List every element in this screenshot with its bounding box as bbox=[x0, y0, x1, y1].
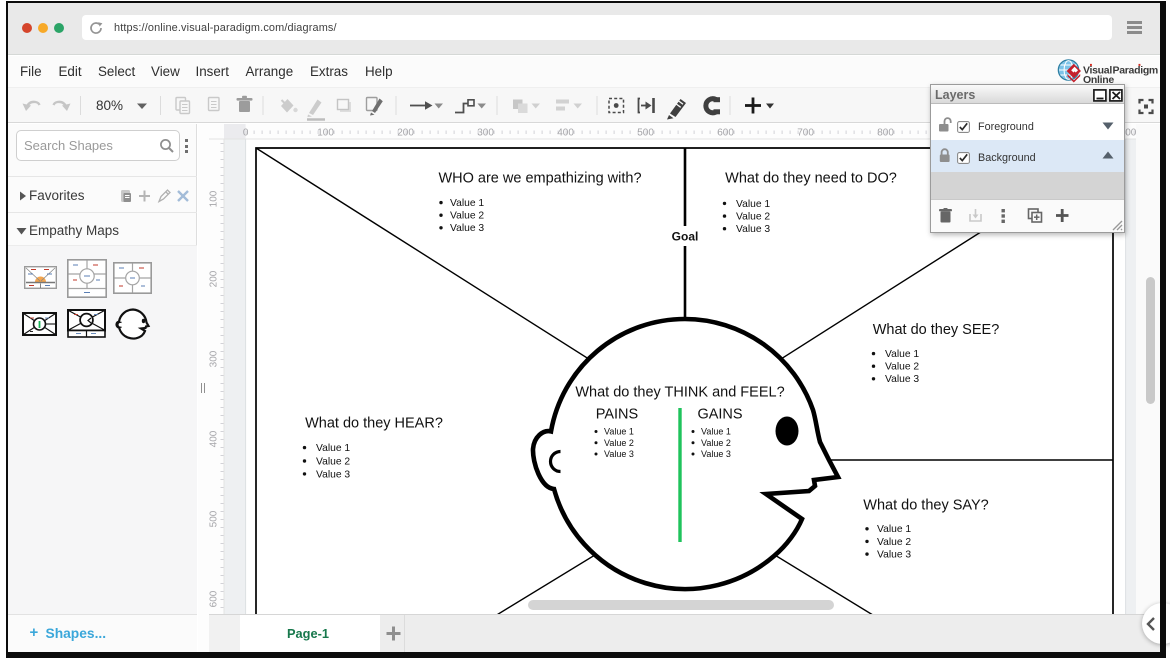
svg-text:700: 700 bbox=[797, 128, 814, 139]
svg-text:400: 400 bbox=[209, 430, 220, 447]
svg-text:200: 200 bbox=[209, 270, 220, 287]
svg-text:WHO are we empathizing with?: WHO are we empathizing with? bbox=[438, 171, 641, 187]
svg-text:Value 3: Value 3 bbox=[885, 374, 919, 385]
svg-text:0: 0 bbox=[243, 128, 249, 139]
svg-text:100: 100 bbox=[209, 190, 220, 207]
svg-text:Value 2: Value 2 bbox=[316, 456, 350, 467]
svg-text:100: 100 bbox=[317, 128, 334, 139]
svg-text:600: 600 bbox=[717, 128, 734, 139]
svg-text:Value 1: Value 1 bbox=[736, 199, 770, 210]
svg-text:Value 1: Value 1 bbox=[701, 427, 731, 437]
svg-text:500: 500 bbox=[209, 510, 220, 527]
svg-text:500: 500 bbox=[637, 128, 654, 139]
svg-text:Value 1: Value 1 bbox=[885, 349, 919, 360]
svg-text:Value 1: Value 1 bbox=[316, 443, 350, 454]
svg-text:Value 2: Value 2 bbox=[701, 438, 731, 448]
svg-text:Value 2: Value 2 bbox=[736, 212, 770, 223]
svg-text:600: 600 bbox=[209, 590, 220, 607]
svg-text:PAINS: PAINS bbox=[596, 407, 638, 423]
svg-text:200: 200 bbox=[397, 128, 414, 139]
svg-text:Value 2: Value 2 bbox=[877, 537, 911, 548]
svg-text:What do they SAY?: What do they SAY? bbox=[863, 498, 988, 514]
svg-text:What do they HEAR?: What do they HEAR? bbox=[305, 416, 443, 432]
svg-text:What do they SEE?: What do they SEE? bbox=[873, 322, 1000, 338]
svg-text:Value 3: Value 3 bbox=[316, 469, 350, 480]
svg-text:Value 3: Value 3 bbox=[877, 550, 911, 561]
svg-text:300: 300 bbox=[477, 128, 494, 139]
svg-text:Value 2: Value 2 bbox=[450, 211, 484, 222]
svg-text:What do they need to DO?: What do they need to DO? bbox=[725, 171, 897, 187]
svg-text:800: 800 bbox=[877, 128, 894, 139]
svg-text:80%: 80% bbox=[96, 98, 123, 113]
svg-text:400: 400 bbox=[557, 128, 574, 139]
svg-text:Value 3: Value 3 bbox=[701, 449, 731, 459]
svg-text:GAINS: GAINS bbox=[697, 407, 742, 423]
svg-text:Value 3: Value 3 bbox=[604, 449, 634, 459]
svg-text:Value 2: Value 2 bbox=[604, 438, 634, 448]
svg-text:Value 1: Value 1 bbox=[877, 524, 911, 535]
svg-text:Value 3: Value 3 bbox=[736, 224, 770, 235]
svg-text:Value 1: Value 1 bbox=[450, 198, 484, 209]
svg-text:Value 3: Value 3 bbox=[450, 223, 484, 234]
svg-text:Value 2: Value 2 bbox=[885, 362, 919, 373]
svg-text:Value 1: Value 1 bbox=[604, 427, 634, 437]
svg-text:Goal: Goal bbox=[672, 230, 699, 244]
svg-text:What do they THINK and FEEL?: What do they THINK and FEEL? bbox=[575, 385, 784, 401]
svg-text:300: 300 bbox=[209, 350, 220, 367]
